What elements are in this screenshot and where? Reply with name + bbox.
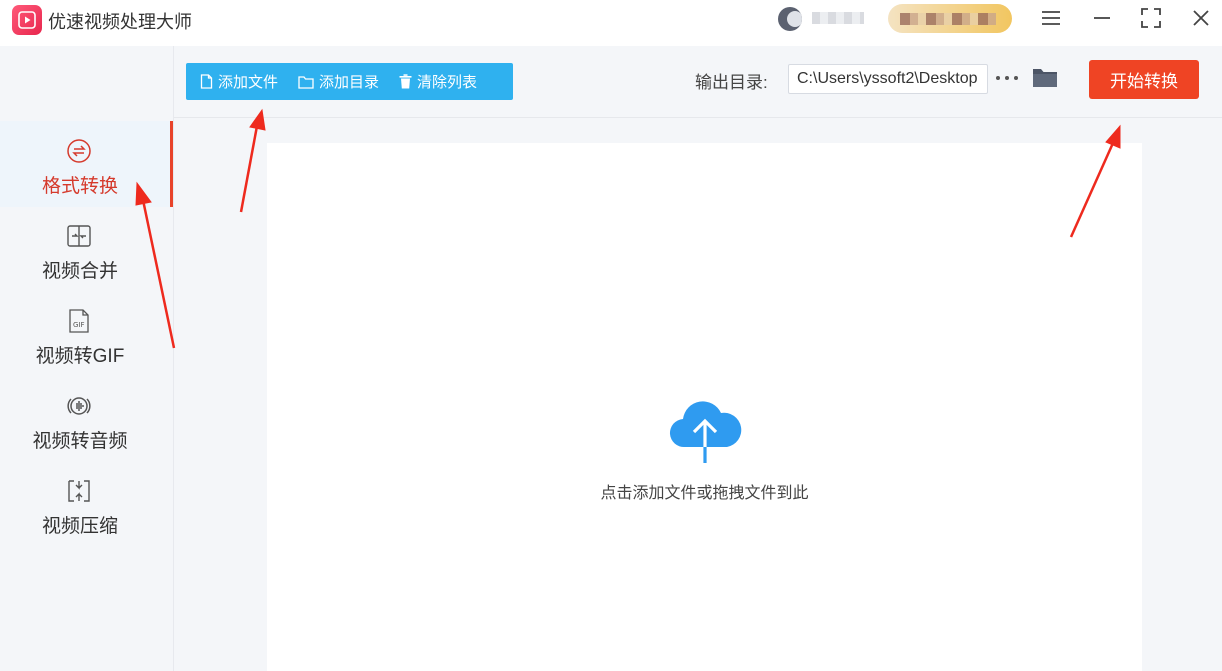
clear-list-label: 清除列表 <box>417 74 478 91</box>
sidebar-item-format-convert[interactable]: 格式转换 <box>0 121 173 207</box>
folder-icon[interactable] <box>1032 66 1058 93</box>
folder-outline-icon <box>298 75 314 89</box>
title-bar: 优速视频处理大师 <box>0 0 1222 46</box>
svg-text:GIF: GIF <box>73 321 85 329</box>
merge-icon <box>66 223 92 249</box>
sidebar-item-label: 格式转换 <box>41 176 118 197</box>
sidebar-item-label: 视频转GIF <box>35 346 125 367</box>
drop-hint-text: 点击添加文件或拖拽文件到此 <box>600 485 809 502</box>
sidebar: 格式转换 视频合并 GIF 视频转GIF 视频转音频 视频压缩 <box>0 46 174 671</box>
add-file-label: 添加文件 <box>218 74 279 91</box>
format-convert-icon <box>66 138 92 164</box>
add-folder-button[interactable]: 添加目录 <box>298 71 379 92</box>
add-folder-label: 添加目录 <box>319 74 380 91</box>
file-drop-area[interactable]: 点击添加文件或拖拽文件到此 <box>267 143 1142 671</box>
close-icon[interactable] <box>1186 4 1216 32</box>
clear-list-button[interactable]: 清除列表 <box>399 71 477 92</box>
gif-file-icon: GIF <box>66 308 92 334</box>
sidebar-item-video-to-audio[interactable]: 视频转音频 <box>0 376 172 462</box>
sidebar-item-video-compress[interactable]: 视频压缩 <box>0 461 172 547</box>
audio-wave-icon <box>66 393 92 419</box>
add-file-button[interactable]: 添加文件 <box>200 71 278 92</box>
file-action-group: 添加文件 添加目录 清除列表 <box>186 63 513 100</box>
sidebar-item-label: 视频合并 <box>41 261 118 282</box>
output-dir-label: 输出目录: <box>695 73 768 92</box>
start-convert-button[interactable]: 开始转换 <box>1089 60 1199 99</box>
toolbar: 添加文件 添加目录 清除列表 输出目录: C:\Users\yssoft2\De… <box>174 46 1222 118</box>
app-logo-icon <box>12 5 42 35</box>
maximize-icon[interactable] <box>1136 4 1166 32</box>
cloud-upload-icon <box>667 399 743 470</box>
compress-icon <box>66 478 92 504</box>
sidebar-item-video-to-gif[interactable]: GIF 视频转GIF <box>0 291 172 377</box>
app-title: 优速视频处理大师 <box>48 12 192 32</box>
menu-icon[interactable] <box>1036 4 1066 32</box>
file-icon <box>200 74 213 89</box>
sidebar-item-label: 视频转音频 <box>32 431 128 452</box>
minimize-icon[interactable] <box>1087 4 1117 32</box>
vip-badge[interactable] <box>888 4 1012 33</box>
trash-icon <box>399 74 412 89</box>
sidebar-item-video-merge[interactable]: 视频合并 <box>0 206 172 292</box>
sidebar-item-label: 视频压缩 <box>41 516 118 537</box>
more-options-icon[interactable] <box>996 70 1018 86</box>
user-name-redacted <box>812 12 864 24</box>
user-avatar[interactable] <box>778 7 802 31</box>
output-dir-field[interactable]: C:\Users\yssoft2\Desktop <box>788 64 988 94</box>
